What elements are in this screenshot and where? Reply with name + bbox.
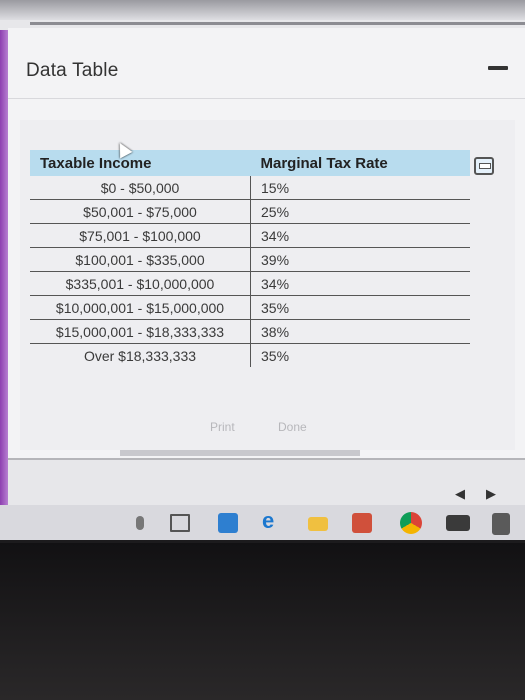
rate-cell: 34% (250, 271, 470, 296)
mail-icon[interactable] (446, 515, 470, 531)
store-icon[interactable] (218, 513, 238, 533)
mic-icon[interactable] (136, 516, 144, 530)
table-header-row: Taxable Income Marginal Tax Rate (30, 150, 470, 176)
rate-cell: 15% (250, 176, 470, 200)
rate-cell: 35% (261, 347, 290, 364)
tax-table-container: Taxable Income Marginal Tax Rate $0 - $5… (30, 150, 470, 367)
table-row: $10,000,001 - $15,000,000 35% (30, 295, 470, 320)
income-cell: $10,000,001 - $15,000,000 (30, 295, 251, 320)
background-accent-strip (0, 30, 8, 510)
income-cell: $0 - $50,000 (30, 176, 251, 200)
rate-cell: 35% (250, 295, 470, 320)
window-top-line (30, 22, 525, 25)
table-row: $50,001 - $75,000 25% (30, 199, 470, 224)
screen: Data Table Taxable Income Marginal Tax R… (0, 0, 525, 540)
table-row: $100,001 - $335,000 39% (30, 247, 470, 272)
tax-table: Taxable Income Marginal Tax Rate $0 - $5… (30, 150, 470, 367)
window-top-edge (0, 0, 525, 20)
previous-arrow-button[interactable]: ◀ (455, 486, 465, 502)
table-row: Over $18,333,333 35% (30, 343, 470, 367)
table-row: $335,001 - $10,000,000 34% (30, 271, 470, 296)
dialog-bottom-edge (8, 458, 525, 460)
dialog-title: Data Table (26, 60, 119, 81)
income-cell: $15,000,001 - $18,333,333 (30, 319, 251, 344)
header-taxable-income: Taxable Income (30, 150, 251, 176)
table-row: $0 - $50,000 15% (30, 176, 470, 200)
expand-icon[interactable] (474, 157, 494, 175)
task-view-icon[interactable] (170, 514, 190, 532)
income-cell: $75,001 - $100,000 (30, 223, 251, 248)
monitor-bezel (0, 543, 525, 700)
obscured-text-bar (120, 450, 360, 456)
income-cell: $335,001 - $10,000,000 (30, 271, 251, 296)
table-row: $15,000,001 - $18,333,333 38% (30, 319, 470, 344)
rate-cell: 39% (250, 247, 470, 272)
income-cell: $50,001 - $75,000 (30, 199, 251, 224)
minimize-icon[interactable] (488, 66, 508, 70)
next-arrow-button[interactable]: ▶ (486, 486, 496, 502)
calculator-icon[interactable] (492, 513, 510, 535)
rate-cell: 38% (250, 319, 470, 344)
calendar-icon[interactable] (352, 513, 372, 533)
income-cell: Over $18,333,333 (30, 343, 251, 367)
title-divider (8, 98, 525, 99)
income-cell: $100,001 - $335,000 (30, 247, 251, 272)
file-explorer-icon[interactable] (308, 517, 328, 531)
done-button[interactable]: Done (278, 420, 307, 434)
table-row: $75,001 - $100,000 34% (30, 223, 470, 248)
chrome-icon[interactable] (400, 512, 422, 534)
rate-cell: 34% (250, 223, 470, 248)
print-button[interactable]: Print (210, 420, 235, 434)
edge-icon[interactable]: e (262, 508, 282, 533)
header-marginal-tax-rate: Marginal Tax Rate (250, 150, 470, 176)
rate-cell: 25% (250, 199, 470, 224)
